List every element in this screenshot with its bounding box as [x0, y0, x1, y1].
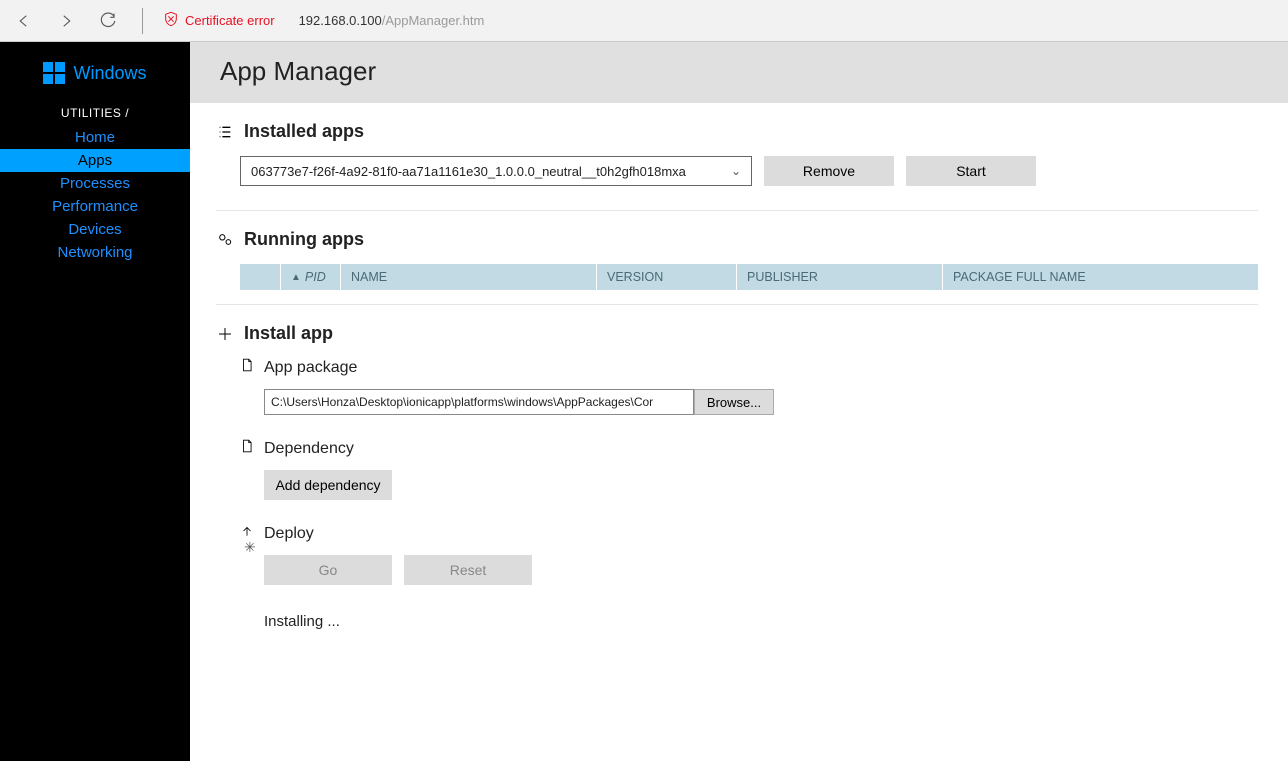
cert-error-badge[interactable]: Certificate error — [163, 11, 275, 30]
install-status: Installing ... — [264, 613, 1258, 630]
separator — [216, 210, 1258, 211]
sidebar-item-home[interactable]: Home — [0, 126, 190, 149]
dependency-label: Dependency — [264, 440, 354, 458]
col-pid[interactable]: ▲PID — [280, 264, 340, 290]
plus-icon — [216, 325, 234, 343]
cert-error-text: Certificate error — [185, 13, 275, 28]
sidebar-item-networking[interactable]: Networking — [0, 241, 190, 264]
running-apps-table: ▲PID NAME VERSION PUBLISHER PACKAGE FULL… — [240, 264, 1258, 290]
refresh-icon[interactable] — [94, 7, 122, 35]
sort-asc-icon: ▲ — [291, 272, 301, 283]
browser-top-bar: Certificate error 192.168.0.100/AppManag… — [0, 0, 1288, 42]
windows-logo[interactable]: Windows — [0, 54, 190, 98]
file-icon — [240, 358, 254, 377]
installed-heading: Installed apps — [244, 121, 364, 142]
url-path: /AppManager.htm — [382, 13, 485, 28]
col-blank[interactable] — [240, 264, 280, 290]
install-heading: Install app — [244, 323, 333, 344]
windows-logo-icon — [43, 62, 65, 84]
app-package-label: App package — [264, 359, 357, 377]
sidebar-item-performance[interactable]: Performance — [0, 195, 190, 218]
forward-icon[interactable] — [52, 7, 80, 35]
url-host: 192.168.0.100 — [299, 13, 382, 28]
running-heading: Running apps — [244, 229, 364, 250]
selected-app: 063773e7-f26f-4a92-81f0-aa71a1161e30_1.0… — [251, 164, 686, 179]
back-icon[interactable] — [10, 7, 38, 35]
separator — [216, 304, 1258, 305]
start-button[interactable]: Start — [906, 156, 1036, 186]
browse-button[interactable]: Browse... — [694, 389, 774, 415]
windows-logo-text: Windows — [73, 63, 146, 84]
col-name[interactable]: NAME — [340, 264, 596, 290]
col-version[interactable]: VERSION — [596, 264, 736, 290]
install-app-section: Install app App package C:\Users\Honza\D… — [216, 323, 1258, 630]
col-package[interactable]: PACKAGE FULL NAME — [942, 264, 1258, 290]
sidebar-heading: UTILITIES / — [0, 98, 190, 126]
list-icon — [216, 123, 234, 141]
installed-apps-section: Installed apps 063773e7-f26f-4a92-81f0-a… — [216, 121, 1258, 186]
page-title: App Manager — [190, 42, 1288, 103]
add-dependency-button[interactable]: Add dependency — [264, 470, 392, 500]
go-button[interactable]: Go — [264, 555, 392, 585]
running-apps-section: Running apps ▲PID NAME VERSION PUBLISHER… — [216, 229, 1258, 290]
divider — [142, 8, 143, 34]
main-content: App Manager Installed apps 063773e7-f26f… — [190, 42, 1288, 761]
col-publisher[interactable]: PUBLISHER — [736, 264, 942, 290]
gears-icon — [216, 231, 234, 249]
deploy-label: Deploy — [264, 525, 314, 543]
reset-button[interactable]: Reset — [404, 555, 532, 585]
sidebar: Windows UTILITIES / Home Apps Processes … — [0, 42, 190, 761]
file-icon — [240, 439, 254, 458]
sidebar-item-processes[interactable]: Processes — [0, 172, 190, 195]
shield-error-icon — [163, 11, 179, 30]
sidebar-item-apps[interactable]: Apps — [0, 149, 190, 172]
chevron-down-icon: ⌄ — [731, 164, 741, 178]
package-path-input[interactable]: C:\Users\Honza\Desktop\ionicapp\platform… — [264, 389, 694, 415]
installed-app-select[interactable]: 063773e7-f26f-4a92-81f0-aa71a1161e30_1.0… — [240, 156, 752, 186]
remove-button[interactable]: Remove — [764, 156, 894, 186]
spinner-icon: ✳ — [244, 539, 256, 556]
url-display[interactable]: 192.168.0.100/AppManager.htm — [299, 13, 485, 28]
sidebar-item-devices[interactable]: Devices — [0, 218, 190, 241]
